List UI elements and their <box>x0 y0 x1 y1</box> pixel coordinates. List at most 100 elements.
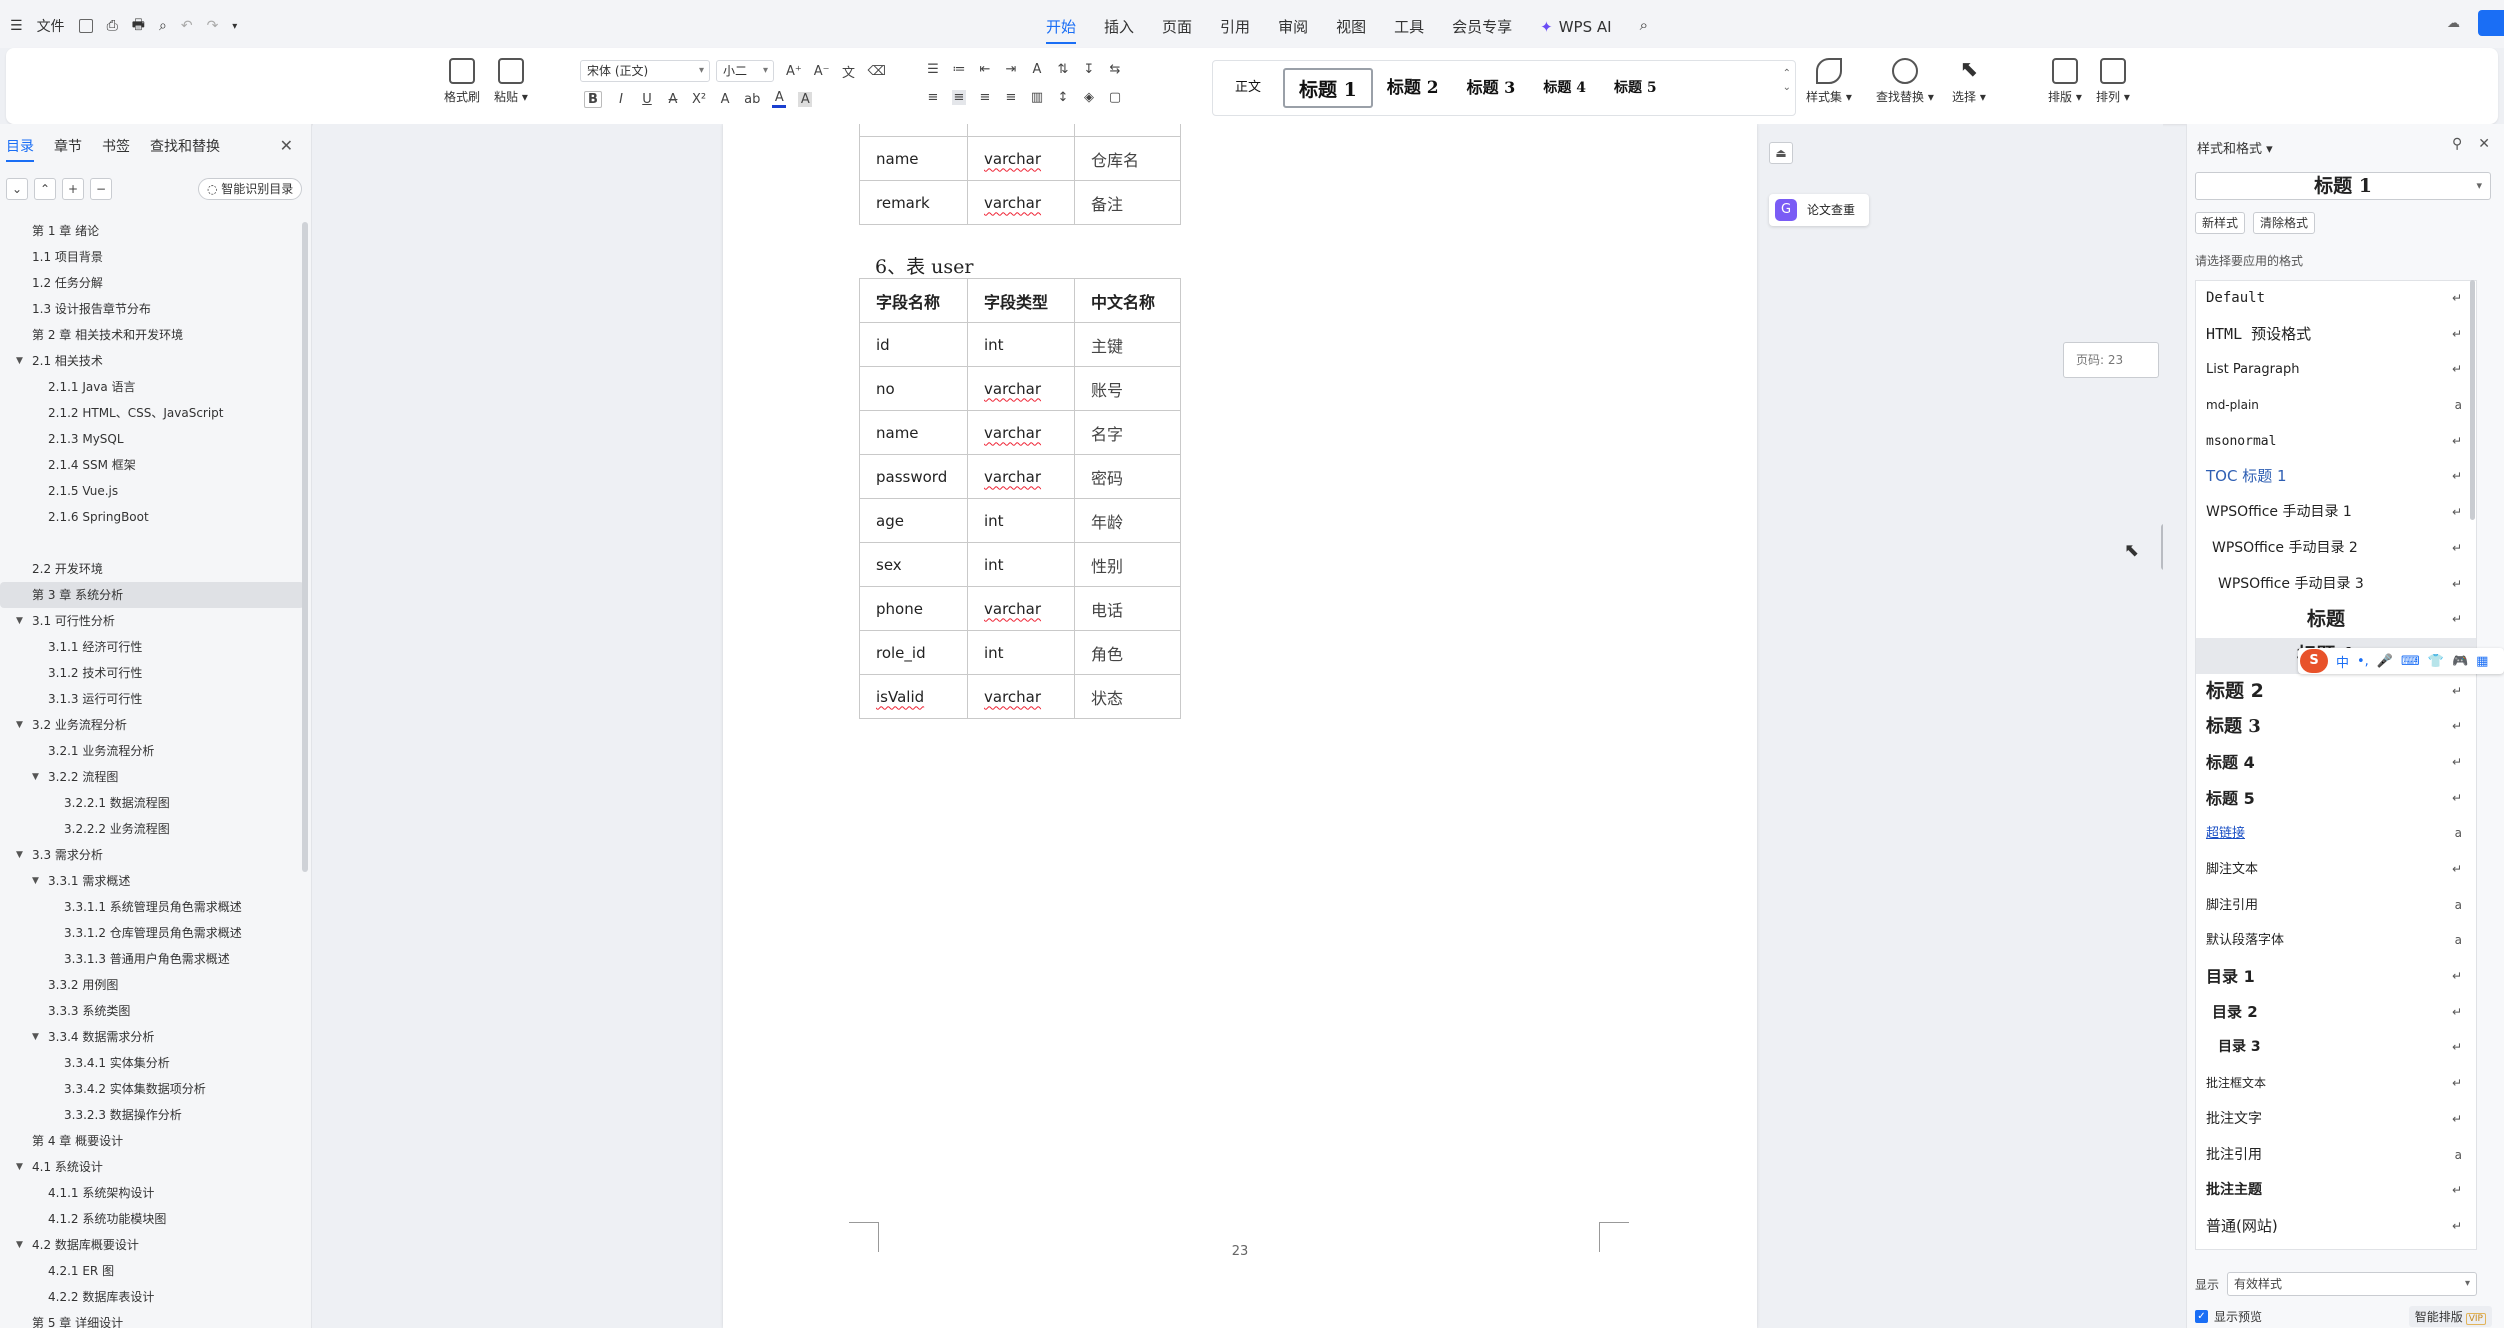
toc-item[interactable]: 3.2.2.1 数据流程图 <box>0 790 304 816</box>
styles-panel-title[interactable]: 样式和格式 ▾ <box>2197 138 2273 157</box>
ime-tool-icon[interactable]: ▦ <box>2476 654 2488 669</box>
table-cell[interactable]: 备注 <box>1074 180 1181 225</box>
style-item[interactable]: 超链接 a <box>2196 816 2476 852</box>
toc-item[interactable]: 3.1.1 经济可行性 <box>0 634 304 660</box>
chevron-down-icon[interactable]: ▼ <box>16 1232 23 1258</box>
find-replace-button[interactable]: 查找替换 ▾ <box>1876 58 1934 105</box>
table-cell[interactable]: sex <box>859 542 968 587</box>
bullet-list-icon[interactable]: ☰ <box>926 62 940 77</box>
chevron-down-icon[interactable]: ▼ <box>16 348 23 374</box>
redo-icon[interactable]: ↷ <box>207 18 219 34</box>
toc-item[interactable]: ▼ 3.1 可行性分析 <box>0 608 304 634</box>
tab-home[interactable]: 开始 <box>1046 16 1077 44</box>
style-item[interactable]: List Paragraph ↵ <box>2196 352 2476 388</box>
style-item[interactable]: 默认段落字体 a <box>2196 923 2476 959</box>
select-button[interactable]: ⬉ 选择 ▾ <box>1952 58 1986 105</box>
table-cell[interactable]: id <box>859 124 968 137</box>
style-item[interactable]: 标题 2 ↵ <box>2196 674 2476 710</box>
add-icon[interactable]: + <box>62 178 84 200</box>
toc-item[interactable]: 3.1.3 运行可行性 <box>0 686 304 712</box>
gallery-scroll-icon[interactable]: ⌃ ⌄ <box>1783 67 1791 95</box>
style-item[interactable]: 批注文字 ↵ <box>2196 1102 2476 1138</box>
italic-icon[interactable]: I <box>614 92 628 107</box>
style-heading-5[interactable]: 标题 5 <box>1600 68 1671 108</box>
toc-item[interactable]: 3.3.1.3 普通用户角色需求概述 <box>0 946 304 972</box>
table-cell[interactable]: password <box>859 454 968 499</box>
chevron-down-icon[interactable]: ▼ <box>16 608 23 634</box>
wps-ai-button[interactable]: ✦ WPS AI <box>1540 16 1611 37</box>
smart-layout-button[interactable]: 智能排版 VIP <box>2408 1306 2492 1327</box>
text-effect-icon[interactable]: A <box>718 92 732 107</box>
table-cell[interactable]: isValid <box>859 674 968 719</box>
pin-icon[interactable]: ⚲ <box>2452 136 2462 152</box>
toc-item[interactable]: ▼ 3.3 需求分析 <box>0 842 304 868</box>
show-marks-icon[interactable]: ⇆ <box>1108 62 1122 77</box>
table-cell[interactable]: 年龄 <box>1074 498 1181 543</box>
toc-item[interactable]: 第 1 章 绪论 <box>0 218 304 244</box>
print-icon[interactable]: 🖶 <box>132 14 145 38</box>
style-heading-3[interactable]: 标题 3 <box>1453 68 1530 108</box>
tab-view[interactable]: 视图 <box>1336 16 1366 37</box>
chevron-down-icon[interactable]: ▼ <box>32 868 39 894</box>
table-cell[interactable]: varchar <box>967 136 1075 181</box>
table-cell[interactable]: int <box>967 630 1075 675</box>
export-icon[interactable]: ⎙ <box>107 18 118 34</box>
ime-tool-icon[interactable]: 🎮 <box>2452 654 2468 669</box>
style-item[interactable]: 目录 2 ↵ <box>2196 995 2476 1031</box>
grow-font-icon[interactable]: A⁺ <box>786 64 802 79</box>
font-color-icon[interactable]: A <box>772 90 787 108</box>
shading-icon[interactable]: ◈ <box>1082 90 1096 105</box>
toc-item[interactable]: 2.1.3 MySQL <box>0 426 304 452</box>
table-header-cell[interactable]: 中文名称 <box>1074 278 1181 323</box>
style-set-button[interactable]: 样式集 ▾ <box>1806 58 1852 105</box>
toc-item[interactable]: 2.1.2 HTML、CSS、JavaScript <box>0 400 304 426</box>
table-cell[interactable]: 账号 <box>1074 366 1181 411</box>
table-cell[interactable]: varchar <box>967 180 1075 225</box>
toc-item[interactable]: 4.2.2 数据库表设计 <box>0 1284 304 1310</box>
style-item[interactable]: 批注主题 ↵ <box>2196 1173 2476 1209</box>
remove-icon[interactable]: − <box>90 178 112 200</box>
style-heading-1[interactable]: 标题 1 <box>1283 68 1373 108</box>
style-item[interactable]: msonormal ↵ <box>2196 424 2476 460</box>
table-cell[interactable]: id <box>859 322 968 367</box>
ime-tool-icon[interactable]: 👕 <box>2428 654 2444 669</box>
increase-indent-icon[interactable]: ⇥ <box>1004 62 1018 77</box>
toc-item[interactable]: ▼ 3.2 业务流程分析 <box>0 712 304 738</box>
table-cell[interactable]: 角色 <box>1074 630 1181 675</box>
toc-item[interactable]: 3.3.1.1 系统管理员角色需求概述 <box>0 894 304 920</box>
table-cell[interactable]: 主键 <box>1074 322 1181 367</box>
table-cell[interactable]: 主键 <box>1074 124 1181 137</box>
font-size-select[interactable]: 小二 ▾ <box>716 60 774 82</box>
align-left-icon[interactable]: ≡ <box>926 90 940 105</box>
toc-item[interactable]: ▼ 4.1 系统设计 <box>0 1154 304 1180</box>
toc-item[interactable]: 3.3.4.2 实体集数据项分析 <box>0 1076 304 1102</box>
toc-item[interactable]: 1.3 设计报告章节分布 <box>0 296 304 322</box>
style-item[interactable]: WPSOffice 手动目录 3 ↵ <box>2196 567 2476 603</box>
toc-scrollbar[interactable] <box>302 222 308 872</box>
new-style-button[interactable]: 新样式 <box>2195 212 2246 234</box>
show-select[interactable]: 有效样式 ▾ <box>2227 1272 2478 1296</box>
table-cell[interactable]: name <box>859 410 968 455</box>
chevron-down-icon[interactable]: ▼ <box>32 1024 39 1050</box>
toc-item[interactable]: 2.2 开发环境 <box>0 556 304 582</box>
toc-item[interactable]: 3.3.3 系统类图 <box>0 998 304 1024</box>
tab-find-replace[interactable]: 查找和替换 <box>150 136 220 156</box>
table-cell[interactable]: role_id <box>859 630 968 675</box>
hamburger-icon[interactable]: ☰ <box>10 18 23 34</box>
tab-tools[interactable]: 工具 <box>1394 16 1424 37</box>
toc-item[interactable]: 3.1.2 技术可行性 <box>0 660 304 686</box>
table-cell[interactable]: varchar <box>967 366 1075 411</box>
superscript-icon[interactable]: X² <box>692 92 706 107</box>
toc-item[interactable]: 1.1 项目背景 <box>0 244 304 270</box>
chevron-down-icon[interactable]: ▼ <box>16 842 23 868</box>
toc-item[interactable]: 3.2.2.2 业务流程图 <box>0 816 304 842</box>
table-header-cell[interactable]: 字段类型 <box>967 278 1075 323</box>
style-item[interactable]: Default ↵ <box>2196 281 2476 317</box>
table-cell[interactable]: 电话 <box>1074 586 1181 631</box>
style-list-scrollbar[interactable] <box>2470 280 2475 520</box>
close-icon[interactable]: ✕ <box>2478 136 2490 152</box>
shrink-font-icon[interactable]: A⁻ <box>814 64 830 79</box>
close-icon[interactable]: ✕ <box>280 136 293 155</box>
style-item[interactable]: HTML 预设格式 ↵ <box>2196 317 2476 353</box>
table-cell[interactable]: int <box>967 124 1075 137</box>
